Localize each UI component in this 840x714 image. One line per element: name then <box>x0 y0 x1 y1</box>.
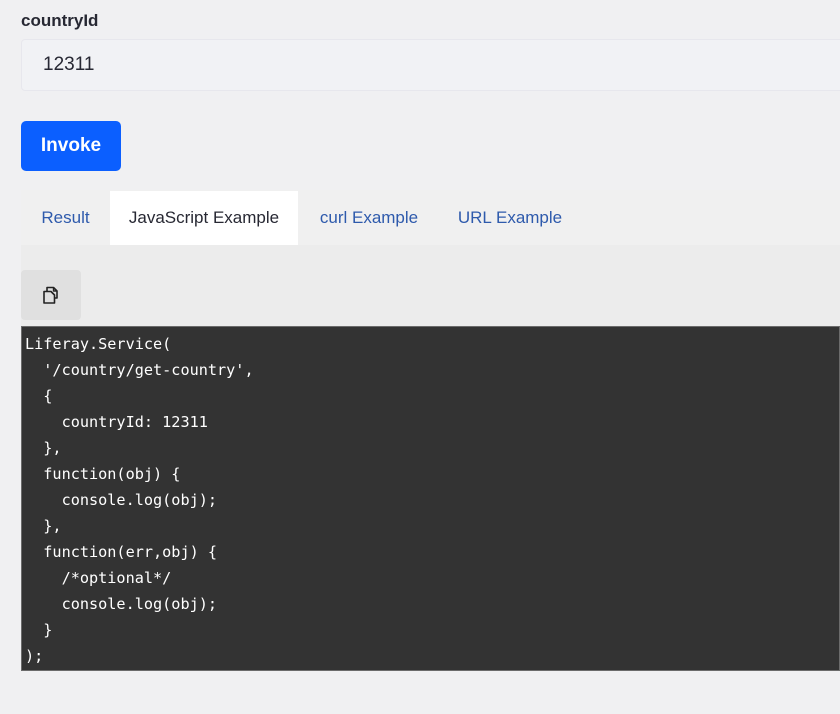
page: countryId Invoke Result JavaScript Examp… <box>0 0 840 714</box>
invoke-button[interactable]: Invoke <box>21 121 121 171</box>
code-line: Liferay.Service( <box>25 335 172 353</box>
code-example-block: Liferay.Service( '/country/get-country',… <box>21 326 840 671</box>
copy-button[interactable] <box>21 270 81 320</box>
country-id-label: countryId <box>21 11 99 30</box>
copy-icon <box>43 286 58 304</box>
code-line: { <box>25 387 53 405</box>
code-line: '/country/get-country', <box>25 361 254 379</box>
code-line: }, <box>25 439 62 457</box>
code-line: function(err,obj) { <box>25 543 218 561</box>
code-line: /*optional*/ <box>25 569 172 587</box>
tab-bar: Result JavaScript Example curl Example U… <box>21 190 840 245</box>
country-id-input[interactable] <box>21 39 840 91</box>
code-line: } <box>25 621 53 639</box>
example-tab-panel: Result JavaScript Example curl Example U… <box>21 190 840 671</box>
code-line: function(obj) { <box>25 465 181 483</box>
tab-curl-example[interactable]: curl Example <box>298 191 440 245</box>
code-line: }, <box>25 517 62 535</box>
code-line: console.log(obj); <box>25 491 218 509</box>
code-line: ); <box>25 647 44 665</box>
tab-url-example[interactable]: URL Example <box>440 191 580 245</box>
tab-result[interactable]: Result <box>21 191 110 245</box>
tab-javascript-example[interactable]: JavaScript Example <box>110 191 298 245</box>
code-line: console.log(obj); <box>25 595 218 613</box>
code-line: countryId: 12311 <box>25 413 208 431</box>
